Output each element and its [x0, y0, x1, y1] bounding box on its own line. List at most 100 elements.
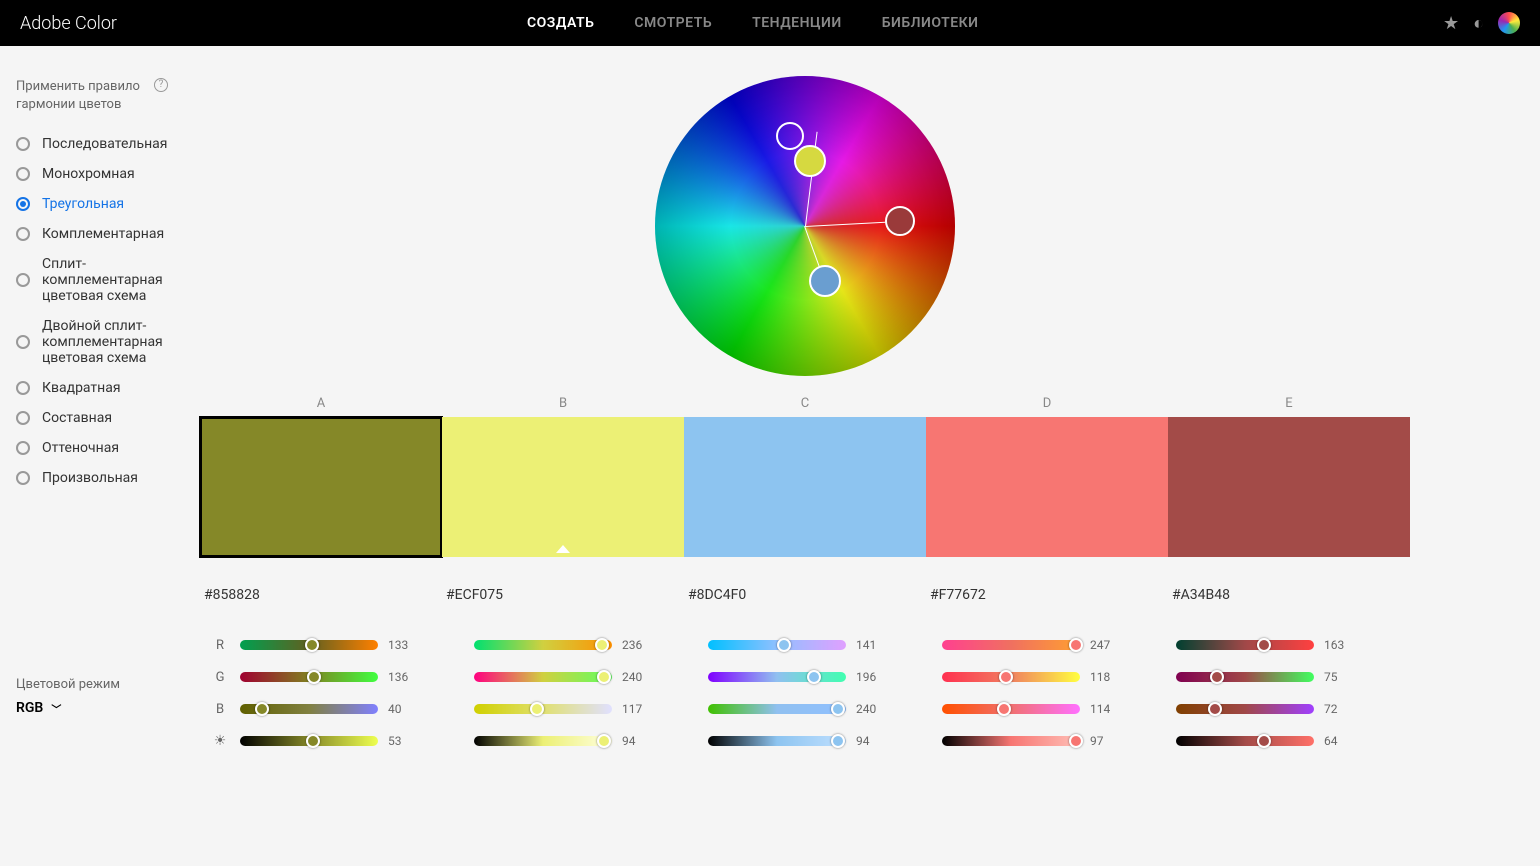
hex-value[interactable]: #F77672: [926, 587, 1168, 603]
slider-g[interactable]: [1176, 672, 1314, 682]
harmony-item[interactable]: Треугольная: [16, 196, 200, 212]
wheel-handle[interactable]: [776, 122, 804, 150]
wheel-handle[interactable]: [794, 145, 826, 177]
slider-thumb[interactable]: [306, 734, 320, 748]
slider-value[interactable]: 141: [856, 638, 882, 652]
swatch[interactable]: [442, 417, 684, 557]
harmony-item[interactable]: Последовательная: [16, 136, 200, 152]
harmony-item[interactable]: Оттеночная: [16, 440, 200, 456]
harmony-item[interactable]: Монохромная: [16, 166, 200, 182]
slider-value[interactable]: 94: [622, 734, 648, 748]
slider-value[interactable]: 53: [388, 734, 414, 748]
wheel-handle[interactable]: [885, 206, 915, 236]
slider-value[interactable]: 64: [1324, 734, 1350, 748]
theme-toggle-icon[interactable]: ◐: [1473, 13, 1484, 34]
slider-brightness[interactable]: [708, 736, 846, 746]
slider-r[interactable]: [474, 640, 612, 650]
slider-b[interactable]: [1176, 704, 1314, 714]
nav-item[interactable]: ТЕНДЕНЦИИ: [752, 15, 842, 31]
slider-g[interactable]: [240, 672, 378, 682]
harmony-item[interactable]: Составная: [16, 410, 200, 426]
slider-value[interactable]: 196: [856, 670, 882, 684]
slider-thumb[interactable]: [595, 638, 609, 652]
slider-value[interactable]: 75: [1324, 670, 1350, 684]
slider-r[interactable]: [1176, 640, 1314, 650]
swatch-letter: A: [200, 396, 442, 411]
slider-thumb[interactable]: [1208, 702, 1222, 716]
slider-thumb[interactable]: [1257, 638, 1271, 652]
slider-thumb[interactable]: [831, 702, 845, 716]
slider-thumb[interactable]: [305, 638, 319, 652]
color-mode-value: RGB: [16, 700, 43, 716]
slider-thumb[interactable]: [997, 702, 1011, 716]
slider-b[interactable]: [942, 704, 1080, 714]
slider-value[interactable]: 72: [1324, 702, 1350, 716]
profile-icon[interactable]: [1498, 12, 1520, 34]
slider-g[interactable]: [942, 672, 1080, 682]
slider-thumb[interactable]: [999, 670, 1013, 684]
color-wheel[interactable]: [655, 76, 955, 376]
slider-thumb[interactable]: [597, 670, 611, 684]
slider-r[interactable]: [708, 640, 846, 650]
slider-brightness[interactable]: [942, 736, 1080, 746]
slider-brightness[interactable]: [240, 736, 378, 746]
hex-value[interactable]: #ECF075: [442, 587, 684, 603]
hex-value[interactable]: #A34B48: [1168, 587, 1410, 603]
slider-thumb[interactable]: [1257, 734, 1271, 748]
slider-r[interactable]: [942, 640, 1080, 650]
help-icon[interactable]: ?: [154, 78, 168, 92]
hex-value[interactable]: #8DC4F0: [684, 587, 926, 603]
harmony-item[interactable]: Произвольная: [16, 470, 200, 486]
color-mode-select[interactable]: RGB ﹀: [16, 700, 120, 716]
hex-value[interactable]: #858828: [200, 587, 442, 603]
slider-thumb[interactable]: [1069, 734, 1083, 748]
slider-thumb[interactable]: [1210, 670, 1224, 684]
star-icon[interactable]: ★: [1443, 13, 1459, 34]
slider-brightness[interactable]: [1176, 736, 1314, 746]
harmony-item[interactable]: Двойной сплит-комплементарная цветовая с…: [16, 318, 200, 366]
slider-value[interactable]: 247: [1090, 638, 1116, 652]
nav-item[interactable]: БИБЛИОТЕКИ: [882, 15, 979, 31]
slider-column: 247 118 114 97: [942, 629, 1176, 757]
nav-item[interactable]: СМОТРЕТЬ: [634, 15, 712, 31]
slider-thumb[interactable]: [807, 670, 821, 684]
slider-value[interactable]: 240: [856, 702, 882, 716]
slider-thumb[interactable]: [597, 734, 611, 748]
slider-b[interactable]: [240, 704, 378, 714]
slider-value[interactable]: 118: [1090, 670, 1116, 684]
nav-item[interactable]: СОЗДАТЬ: [527, 15, 594, 31]
slider-b[interactable]: [708, 704, 846, 714]
slider-value[interactable]: 133: [388, 638, 414, 652]
slider-value[interactable]: 136: [388, 670, 414, 684]
slider-g[interactable]: [708, 672, 846, 682]
swatch[interactable]: [200, 417, 442, 557]
slider-value[interactable]: 40: [388, 702, 414, 716]
slider-thumb[interactable]: [255, 702, 269, 716]
slider-value[interactable]: 240: [622, 670, 648, 684]
slider-value[interactable]: 117: [622, 702, 648, 716]
slider-b[interactable]: [474, 704, 612, 714]
swatch[interactable]: [684, 417, 926, 557]
slider-thumb[interactable]: [307, 670, 321, 684]
slider-r[interactable]: [240, 640, 378, 650]
slider-thumb[interactable]: [530, 702, 544, 716]
swatch[interactable]: [926, 417, 1168, 557]
slider-g[interactable]: [474, 672, 612, 682]
wheel-handle[interactable]: [809, 265, 841, 297]
harmony-item[interactable]: Сплит-комплементарная цветовая схема: [16, 256, 200, 304]
slider-brightness[interactable]: [474, 736, 612, 746]
slider-thumb[interactable]: [1069, 638, 1083, 652]
slider-value[interactable]: 114: [1090, 702, 1116, 716]
slider-value[interactable]: 94: [856, 734, 882, 748]
sidebar: Применить правило гармонии цветов ? Посл…: [0, 46, 200, 866]
harmony-item[interactable]: Комплементарная: [16, 226, 200, 242]
slider-thumb[interactable]: [831, 734, 845, 748]
harmony-label: Квадратная: [42, 380, 121, 396]
slider-thumb[interactable]: [777, 638, 791, 652]
slider-value[interactable]: 236: [622, 638, 648, 652]
harmony-item[interactable]: Квадратная: [16, 380, 200, 396]
slider-value[interactable]: 97: [1090, 734, 1116, 748]
swatch[interactable]: [1168, 417, 1410, 557]
slider-value[interactable]: 163: [1324, 638, 1350, 652]
radio-icon: [16, 441, 30, 455]
